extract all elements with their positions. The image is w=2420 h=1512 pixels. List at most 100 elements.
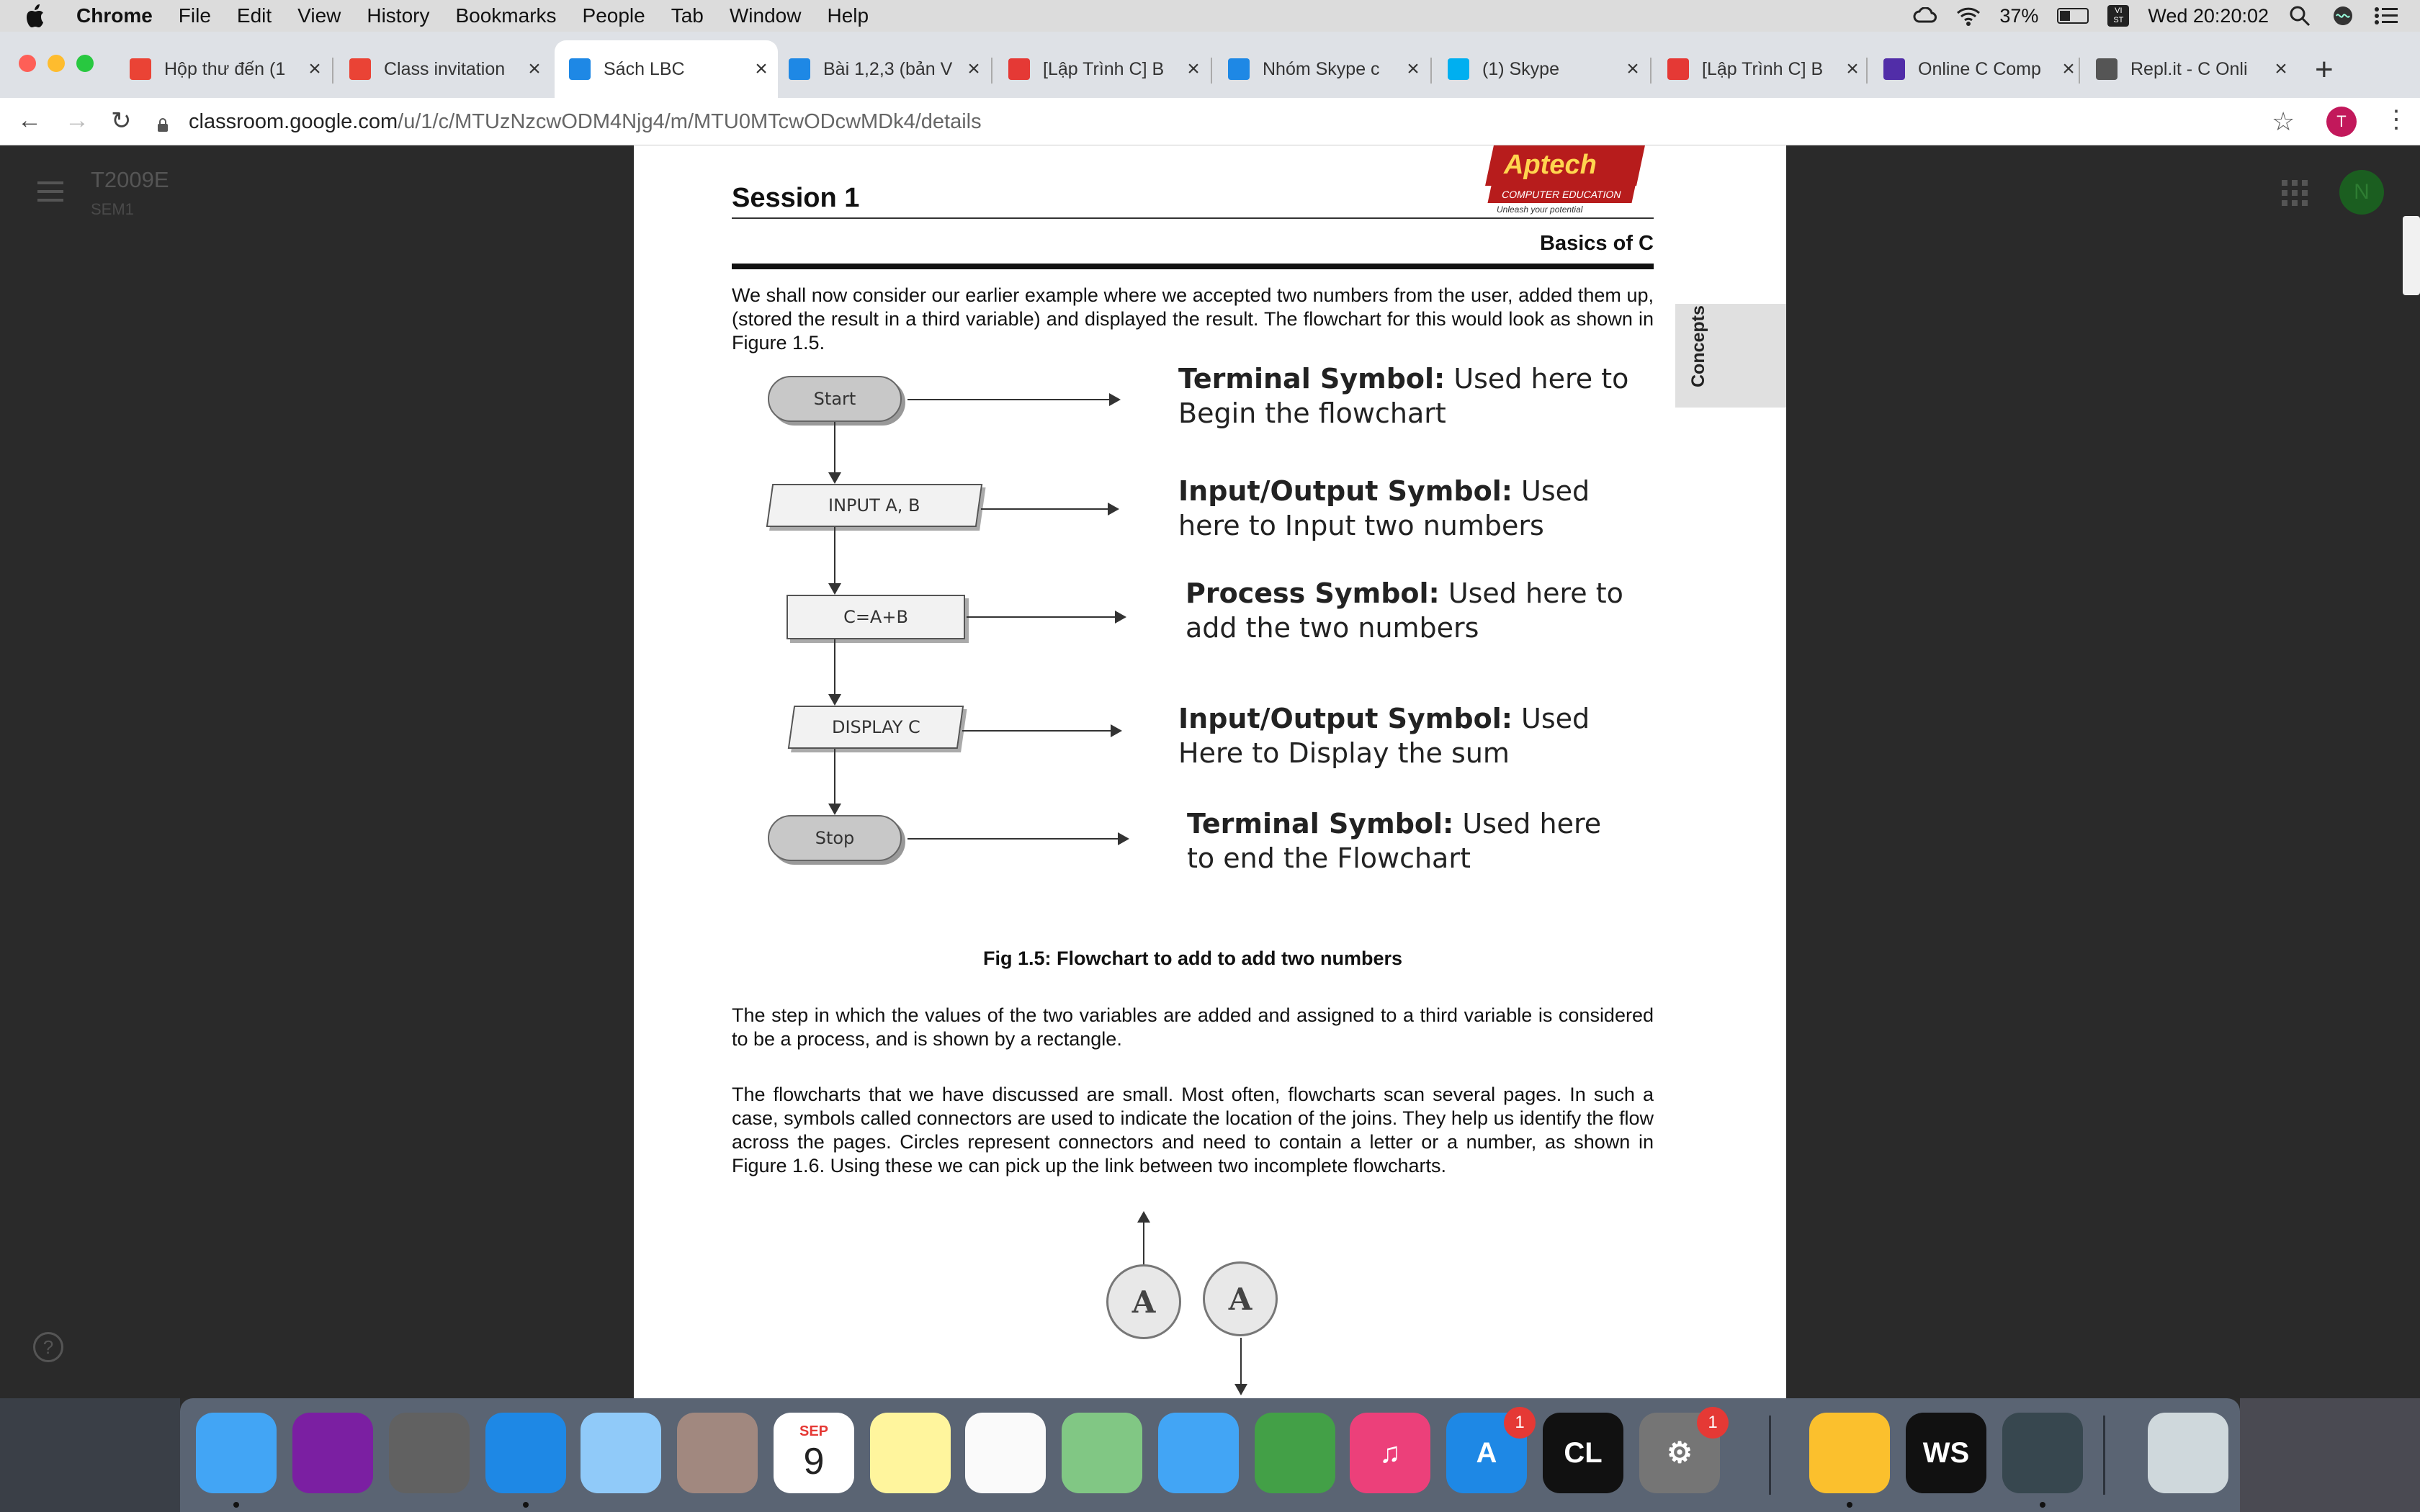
- tab-1[interactable]: Class invitation ×: [335, 46, 551, 92]
- flowchart-node-start: Start: [768, 376, 902, 422]
- pointer-line: [908, 838, 1119, 840]
- header-rule: [732, 217, 1654, 219]
- calendar-icon[interactable]: SEP 9: [774, 1413, 854, 1493]
- launchpad-icon[interactable]: [389, 1413, 470, 1493]
- classroom-icon: [1228, 58, 1250, 80]
- tab-9[interactable]: Repl.it - C Onli ×: [2081, 46, 2298, 92]
- siri-menu-icon[interactable]: [2331, 4, 2355, 28]
- apple-menu-icon[interactable]: [26, 4, 48, 28]
- tab-6[interactable]: (1) Skype ×: [1433, 46, 1649, 92]
- pointer-line: [908, 399, 1111, 400]
- tab-0[interactable]: Hộp thư đến (1 ×: [115, 46, 331, 92]
- reload-button[interactable]: ↻: [111, 107, 132, 135]
- notification-badge: 1: [1697, 1407, 1729, 1439]
- tab-close-icon[interactable]: ×: [1402, 57, 1424, 81]
- music-icon[interactable]: ♫: [1350, 1413, 1430, 1493]
- menu-bookmarks[interactable]: Bookmarks: [455, 4, 556, 27]
- address-bar[interactable]: classroom.google.com/u/1/c/MTUzNzcwODM4N…: [157, 104, 2287, 140]
- flowchart-node-process: C=A+B: [786, 595, 965, 639]
- notes-icon[interactable]: [870, 1413, 951, 1493]
- tab-close-icon[interactable]: ×: [750, 57, 772, 81]
- tab-separator: [1211, 58, 1212, 84]
- close-window-button[interactable]: [19, 55, 36, 72]
- clock[interactable]: Wed 20:20:02: [2148, 5, 2269, 27]
- profile-avatar[interactable]: T: [2326, 107, 2357, 137]
- siri-icon[interactable]: [292, 1413, 373, 1493]
- contacts-icon[interactable]: [677, 1413, 758, 1493]
- tab-separator: [332, 58, 333, 84]
- bookmark-star-icon[interactable]: ☆: [2272, 107, 2295, 137]
- menu-edit[interactable]: Edit: [237, 4, 272, 27]
- tab-close-icon[interactable]: ×: [1183, 57, 1204, 81]
- tab-close-icon[interactable]: ×: [304, 57, 326, 81]
- notification-badge: 1: [1504, 1407, 1536, 1439]
- tab-separator: [1430, 58, 1432, 84]
- help-icon[interactable]: ?: [33, 1332, 63, 1362]
- class-name[interactable]: T2009E: [91, 167, 169, 193]
- battery-icon[interactable]: [2057, 8, 2089, 24]
- flowchart-label: Terminal Symbol: Used here to Begin the f…: [1178, 363, 1629, 429]
- menu-tab[interactable]: Tab: [671, 4, 704, 27]
- account-avatar[interactable]: N: [2339, 170, 2384, 215]
- tab-close-icon[interactable]: ×: [2058, 57, 2079, 81]
- menu-history[interactable]: History: [367, 4, 429, 27]
- classroom-icon: [569, 58, 591, 80]
- dock-separator: [2103, 1416, 2105, 1495]
- forward-button[interactable]: →: [65, 107, 89, 135]
- tab-title: Repl.it - C Onli: [2130, 58, 2248, 79]
- back-button[interactable]: ←: [17, 107, 42, 135]
- clion-icon[interactable]: CL: [1543, 1413, 1623, 1493]
- chrome-menu-icon[interactable]: ⋮: [2384, 105, 2408, 134]
- messages-icon[interactable]: [1158, 1413, 1239, 1493]
- google-apps-icon[interactable]: [2282, 180, 2308, 206]
- mail-icon[interactable]: [581, 1413, 661, 1493]
- tab-3[interactable]: Bài 1,2,3 (bản V ×: [774, 46, 990, 92]
- lock-icon[interactable]: [157, 114, 169, 132]
- menu-help[interactable]: Help: [827, 4, 869, 27]
- tab-close-icon[interactable]: ×: [524, 57, 545, 81]
- side-tab-label: Concepts: [1688, 305, 1708, 387]
- trash-icon[interactable]: [2148, 1413, 2228, 1493]
- maps-icon[interactable]: [1062, 1413, 1142, 1493]
- tab-title: [Lập Trình C] B: [1043, 58, 1165, 79]
- main-menu-icon[interactable]: [37, 181, 63, 207]
- tab-close-icon[interactable]: ×: [1842, 57, 1863, 81]
- zoom-window-button[interactable]: [76, 55, 94, 72]
- chrome-icon[interactable]: [1809, 1413, 1890, 1493]
- tab-separator: [1866, 58, 1868, 84]
- creative-cloud-icon[interactable]: [1913, 4, 1937, 28]
- menu-people[interactable]: People: [583, 4, 645, 27]
- app-menu[interactable]: Chrome: [76, 4, 153, 27]
- tab-8[interactable]: Online C Comp ×: [1869, 46, 2085, 92]
- facetime-icon[interactable]: [1255, 1413, 1335, 1493]
- menu-window[interactable]: Window: [730, 4, 802, 27]
- tab-2[interactable]: Sách LBC ×: [555, 40, 778, 98]
- tab-7[interactable]: [Lập Trình C] B ×: [1653, 46, 1869, 92]
- finder-icon[interactable]: [196, 1413, 277, 1493]
- tab-4[interactable]: [Lập Trình C] B ×: [994, 46, 1210, 92]
- session-title: Session 1: [732, 183, 860, 213]
- tab-close-icon[interactable]: ×: [963, 57, 985, 81]
- tab-title: (1) Skype: [1482, 58, 1559, 79]
- reminders-icon[interactable]: [965, 1413, 1046, 1493]
- tab-5[interactable]: Nhóm Skype c ×: [1214, 46, 1430, 92]
- new-tab-button[interactable]: +: [2315, 52, 2334, 88]
- menu-view[interactable]: View: [297, 4, 341, 27]
- input-source-icon[interactable]: VI ST: [2107, 5, 2130, 27]
- tab-close-icon[interactable]: ×: [1622, 57, 1644, 81]
- spotlight-icon[interactable]: [2287, 4, 2312, 28]
- webstorm-icon[interactable]: WS: [1906, 1413, 1986, 1493]
- skype-icon: [1448, 58, 1469, 80]
- downloads-icon[interactable]: [2002, 1413, 2083, 1493]
- tab-close-icon[interactable]: ×: [2270, 57, 2292, 81]
- menu-file[interactable]: File: [179, 4, 211, 27]
- minimize-window-button[interactable]: [48, 55, 65, 72]
- classroom-icon: [789, 58, 810, 80]
- notification-center-icon[interactable]: [2374, 4, 2398, 28]
- url-host: classroom.google.com: [189, 109, 398, 133]
- wifi-icon[interactable]: [1956, 4, 1981, 28]
- intro-paragraph: We shall now consider our earlier exampl…: [732, 284, 1654, 354]
- safari-icon[interactable]: [485, 1413, 566, 1493]
- page-scrollbar[interactable]: [2403, 216, 2420, 295]
- running-indicator: [233, 1502, 239, 1508]
